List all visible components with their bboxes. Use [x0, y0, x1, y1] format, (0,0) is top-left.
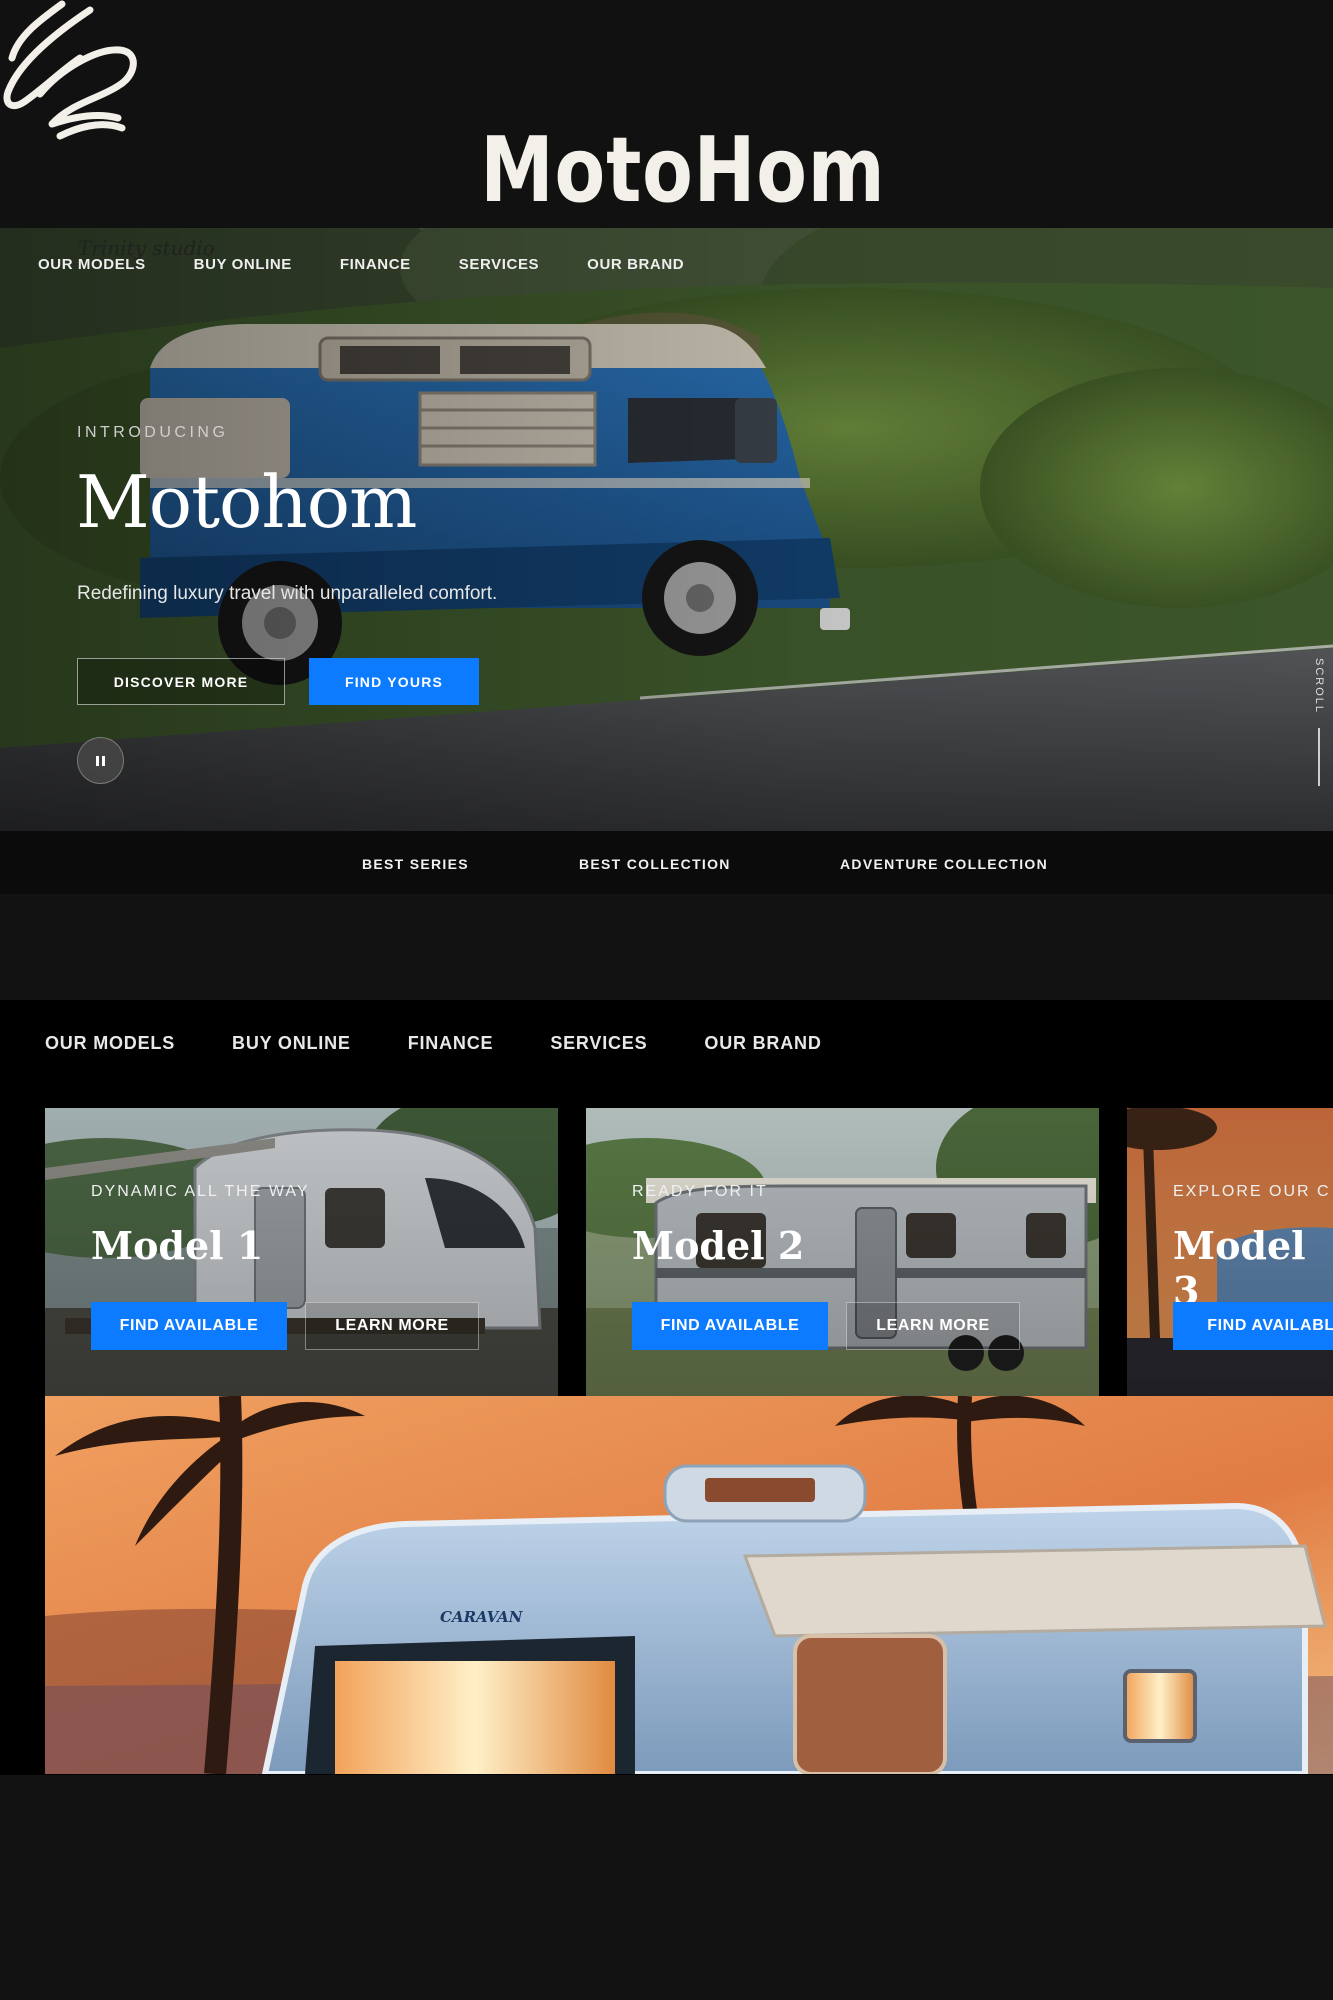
card-eyebrow: READY FOR IT	[632, 1183, 768, 1200]
learn-more-button[interactable]: LEARN MORE	[846, 1302, 1020, 1350]
hero-nav: OUR MODELS BUY ONLINE FINANCE SERVICES O…	[38, 256, 684, 273]
card-title: Model 1	[91, 1223, 264, 1268]
find-available-button[interactable]: FIND AVAILABLE	[632, 1302, 828, 1350]
scroll-label: SCROLL	[1313, 658, 1325, 715]
learn-more-button[interactable]: LEARN MORE	[305, 1302, 479, 1350]
caravan-banner: CARAVAN	[45, 1396, 1333, 1774]
hero-eyebrow: INTRODUCING	[77, 424, 229, 441]
models-nav-our-models[interactable]: OUR MODELS	[45, 1033, 175, 1054]
models-nav-our-brand[interactable]: OUR BRAND	[704, 1033, 821, 1054]
models-nav-buy-online[interactable]: BUY ONLINE	[232, 1033, 351, 1054]
find-available-button[interactable]: FIND AVAILABLE	[91, 1302, 287, 1350]
top-header: MotoHom	[0, 0, 1333, 228]
collection-best-series[interactable]: BEST SERIES	[362, 856, 469, 872]
find-available-button[interactable]: FIND AVAILABL	[1173, 1302, 1333, 1350]
card-title: Model 2	[632, 1223, 805, 1268]
nav-buy-online[interactable]: BUY ONLINE	[194, 256, 292, 273]
hero-title: Motohom	[76, 460, 417, 544]
find-yours-button[interactable]: FIND YOURS	[309, 658, 479, 705]
scroll-indicator[interactable]	[1318, 728, 1320, 786]
pause-button[interactable]	[77, 737, 124, 784]
card-eyebrow: DYNAMIC ALL THE WAY	[91, 1183, 310, 1200]
collection-bar: BEST SERIES BEST COLLECTION ADVENTURE CO…	[0, 831, 1333, 894]
hero-subtitle: Redefining luxury travel with unparallel…	[77, 583, 498, 604]
models-nav-finance[interactable]: FINANCE	[408, 1033, 494, 1054]
nav-our-brand[interactable]: OUR BRAND	[587, 256, 684, 273]
models-nav-services[interactable]: SERVICES	[550, 1033, 647, 1054]
pause-icon	[96, 755, 105, 766]
collection-best-collection[interactable]: BEST COLLECTION	[579, 856, 731, 872]
card-title: Model 3	[1173, 1223, 1306, 1313]
model-card[interactable]: READY FOR IT Model 2 FIND AVAILABLE LEAR…	[586, 1108, 1099, 1396]
models-nav: OUR MODELS BUY ONLINE FINANCE SERVICES O…	[45, 1033, 822, 1054]
banner-image	[45, 1396, 1333, 1774]
discover-more-button[interactable]: DISCOVER MORE	[77, 658, 285, 705]
banner-badge: CARAVAN	[440, 1608, 523, 1626]
hero-section: Trinity studio OUR MODELS BUY ONLINE FIN…	[0, 228, 1333, 831]
collection-adventure[interactable]: ADVENTURE COLLECTION	[840, 856, 1048, 872]
nav-services[interactable]: SERVICES	[459, 256, 539, 273]
nav-our-models[interactable]: OUR MODELS	[38, 256, 146, 273]
brand-title: MotoHom	[480, 118, 886, 223]
model-card[interactable]: EXPLORE OUR C Model 3 FIND AVAILABL	[1127, 1108, 1333, 1396]
models-section: OUR MODELS BUY ONLINE FINANCE SERVICES O…	[0, 1000, 1333, 1775]
card-eyebrow: EXPLORE OUR C	[1173, 1183, 1331, 1200]
nav-finance[interactable]: FINANCE	[340, 256, 411, 273]
model-card[interactable]: DYNAMIC ALL THE WAY Model 1 FIND AVAILAB…	[45, 1108, 558, 1396]
